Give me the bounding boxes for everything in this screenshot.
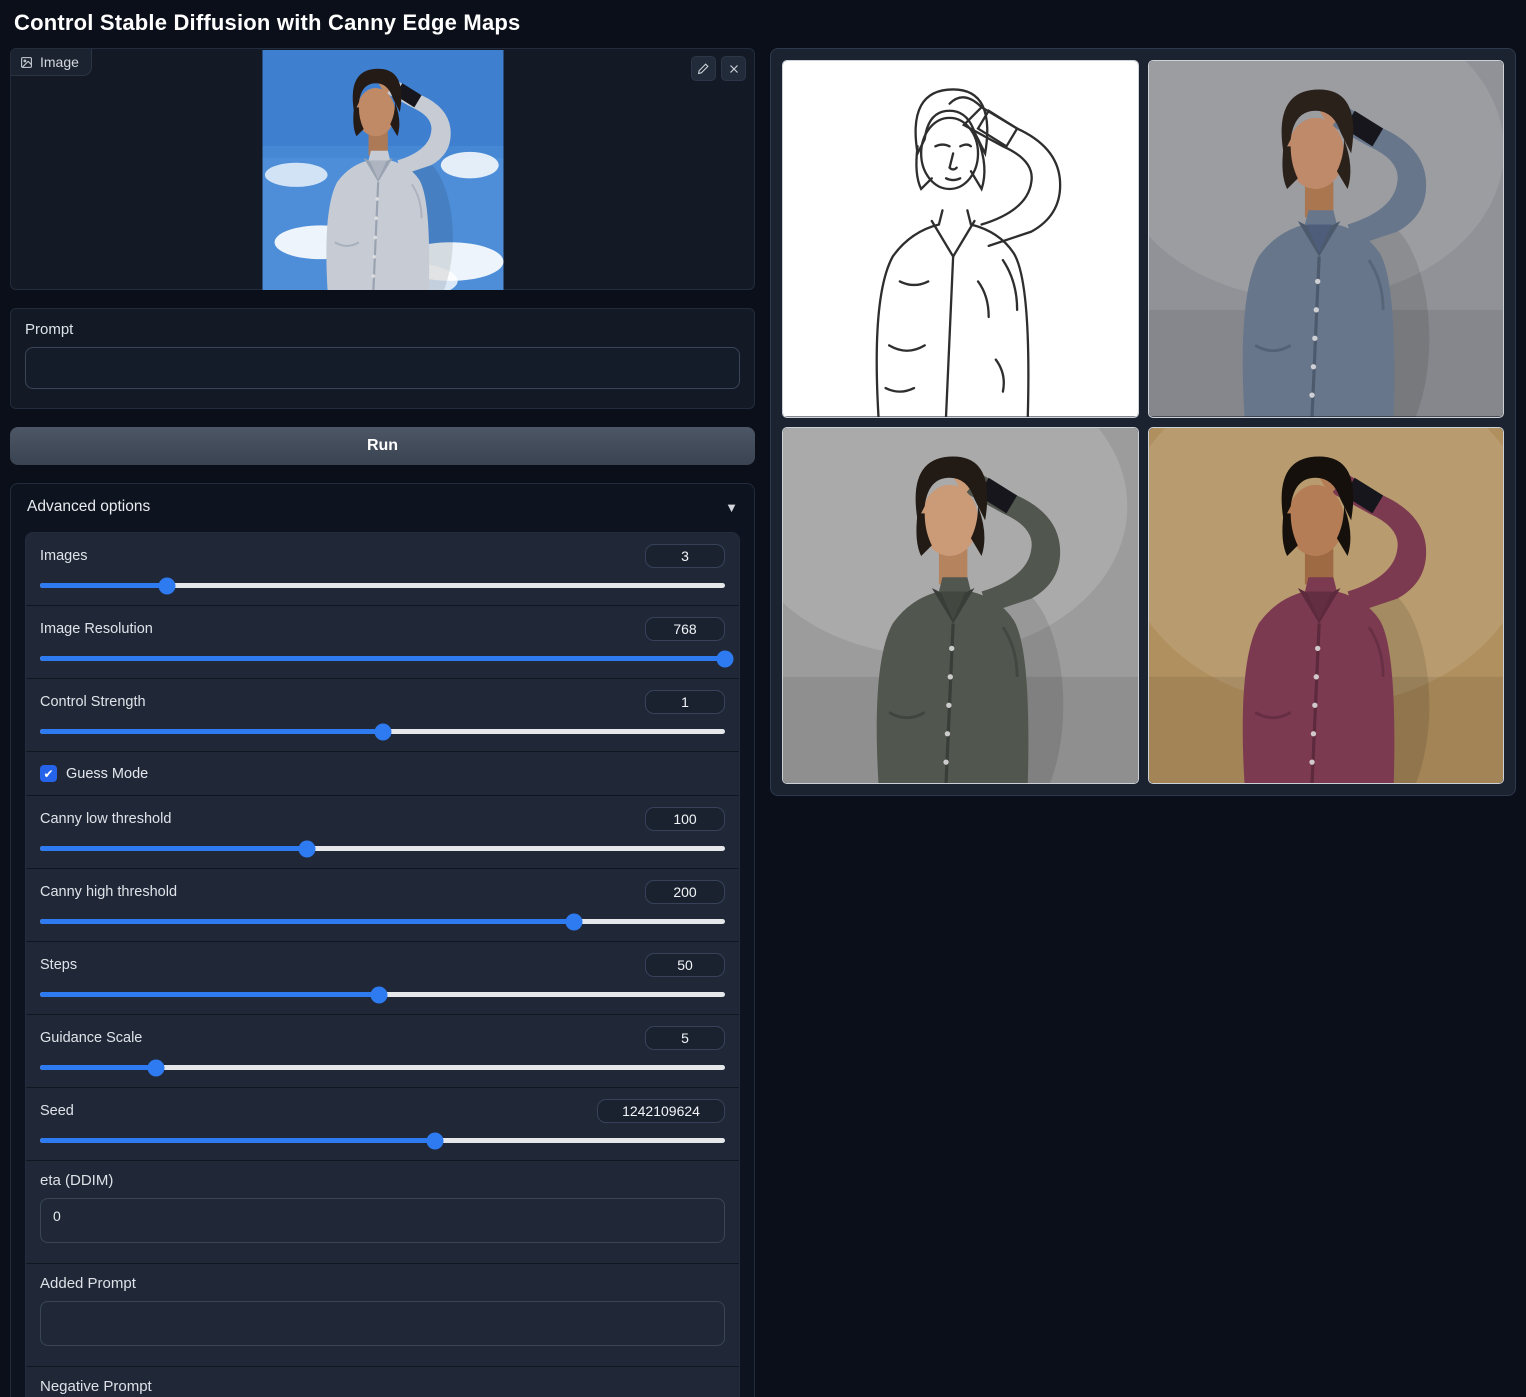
images-slider[interactable] [40, 577, 725, 594]
prompt-label: Prompt [25, 321, 74, 338]
edit-image-button[interactable] [691, 56, 716, 81]
images-slider-thumb[interactable] [158, 577, 176, 594]
guess-mode-row[interactable]: ✔ Guess Mode [26, 752, 739, 796]
seed-number-input[interactable]: 1242109624 [597, 1099, 725, 1123]
resolution-label: Image Resolution [40, 621, 153, 637]
slider-row-images: Images 3 [26, 533, 739, 606]
advanced-options-accordion: Advanced options ▼ Images 3 Image Resolu… [10, 483, 755, 1397]
canny-high-number-input[interactable]: 200 [645, 880, 725, 904]
page-title: Control Stable Diffusion with Canny Edge… [14, 10, 521, 35]
prompt-panel: Prompt [10, 308, 755, 409]
guidance-scale-label: Guidance Scale [40, 1030, 143, 1046]
eta-label: eta (DDIM) [40, 1172, 114, 1189]
gallery-result-image-2[interactable] [782, 426, 1139, 784]
slider-row-steps: Steps 50 [26, 942, 739, 1015]
chevron-down-icon: ▼ [725, 499, 738, 515]
canny-high-slider[interactable] [40, 913, 725, 930]
steps-slider-thumb[interactable] [370, 986, 388, 1003]
guidance-scale-slider-thumb[interactable] [147, 1059, 165, 1076]
slider-row-canny-high: Canny high threshold 200 [26, 869, 739, 942]
slider-row-control-strength: Control Strength 1 [26, 679, 739, 752]
eta-row: eta (DDIM) 0 [26, 1161, 739, 1264]
canny-low-label: Canny low threshold [40, 811, 172, 827]
steps-number-input[interactable]: 50 [645, 953, 725, 977]
steps-slider[interactable] [40, 986, 725, 1003]
eta-input[interactable]: 0 [40, 1198, 725, 1243]
guess-mode-checkbox[interactable]: ✔ [40, 765, 57, 782]
clear-image-button[interactable] [721, 56, 746, 81]
control-strength-number-input[interactable]: 1 [645, 690, 725, 714]
guidance-scale-slider[interactable] [40, 1059, 725, 1076]
canny-high-label: Canny high threshold [40, 884, 178, 900]
results-gallery [770, 48, 1516, 796]
guess-mode-label: Guess Mode [66, 765, 149, 782]
added-prompt-label: Added Prompt [40, 1275, 136, 1292]
control-strength-slider-thumb[interactable] [374, 723, 391, 740]
slider-row-resolution: Image Resolution 768 [26, 606, 739, 679]
resolution-slider-thumb[interactable] [716, 650, 734, 667]
image-input-label: Image [40, 54, 79, 70]
gallery-result-image-1[interactable] [1147, 60, 1504, 418]
steps-label: Steps [40, 957, 78, 973]
control-strength-slider[interactable] [40, 723, 725, 740]
canny-low-slider-thumb[interactable] [298, 840, 316, 857]
guidance-scale-number-input[interactable]: 5 [645, 1026, 725, 1050]
canny-low-slider[interactable] [40, 840, 725, 857]
run-button[interactable]: Run [10, 427, 755, 465]
added-prompt-row: Added Prompt [26, 1264, 739, 1367]
seed-label: Seed [40, 1103, 74, 1119]
canny-high-slider-thumb[interactable] [565, 913, 583, 930]
image-input-label-tab: Image [11, 49, 92, 76]
images-number-input[interactable]: 3 [645, 544, 725, 568]
pencil-icon [697, 63, 709, 75]
uploaded-input-image[interactable] [262, 50, 503, 290]
control-strength-label: Control Strength [40, 694, 146, 710]
advanced-options-title: Advanced options [27, 498, 151, 515]
canny-low-number-input[interactable]: 100 [645, 807, 725, 831]
images-label: Images [40, 548, 88, 564]
resolution-slider[interactable] [40, 650, 734, 667]
app-root: Control Stable Diffusion with Canny Edge… [0, 0, 1526, 1397]
prompt-input[interactable] [25, 347, 740, 389]
close-icon [729, 64, 738, 73]
seed-slider-thumb[interactable] [426, 1132, 444, 1149]
gallery-result-image-3[interactable] [1147, 426, 1504, 784]
seed-slider[interactable] [40, 1132, 725, 1149]
negative-prompt-label: Negative Prompt [40, 1378, 152, 1395]
advanced-options-header[interactable]: Advanced options ▼ [25, 496, 740, 516]
image-icon [21, 56, 32, 68]
resolution-number-input[interactable]: 768 [645, 617, 725, 641]
image-input-panel: Image [10, 48, 755, 290]
added-prompt-input[interactable] [40, 1301, 725, 1346]
slider-row-seed: Seed 1242109624 [26, 1088, 739, 1161]
gallery-canny-edge-image[interactable] [782, 60, 1139, 418]
slider-row-guidance: Guidance Scale 5 [26, 1015, 739, 1088]
negative-prompt-row: Negative Prompt [26, 1367, 739, 1397]
slider-row-canny-low: Canny low threshold 100 [26, 796, 739, 869]
